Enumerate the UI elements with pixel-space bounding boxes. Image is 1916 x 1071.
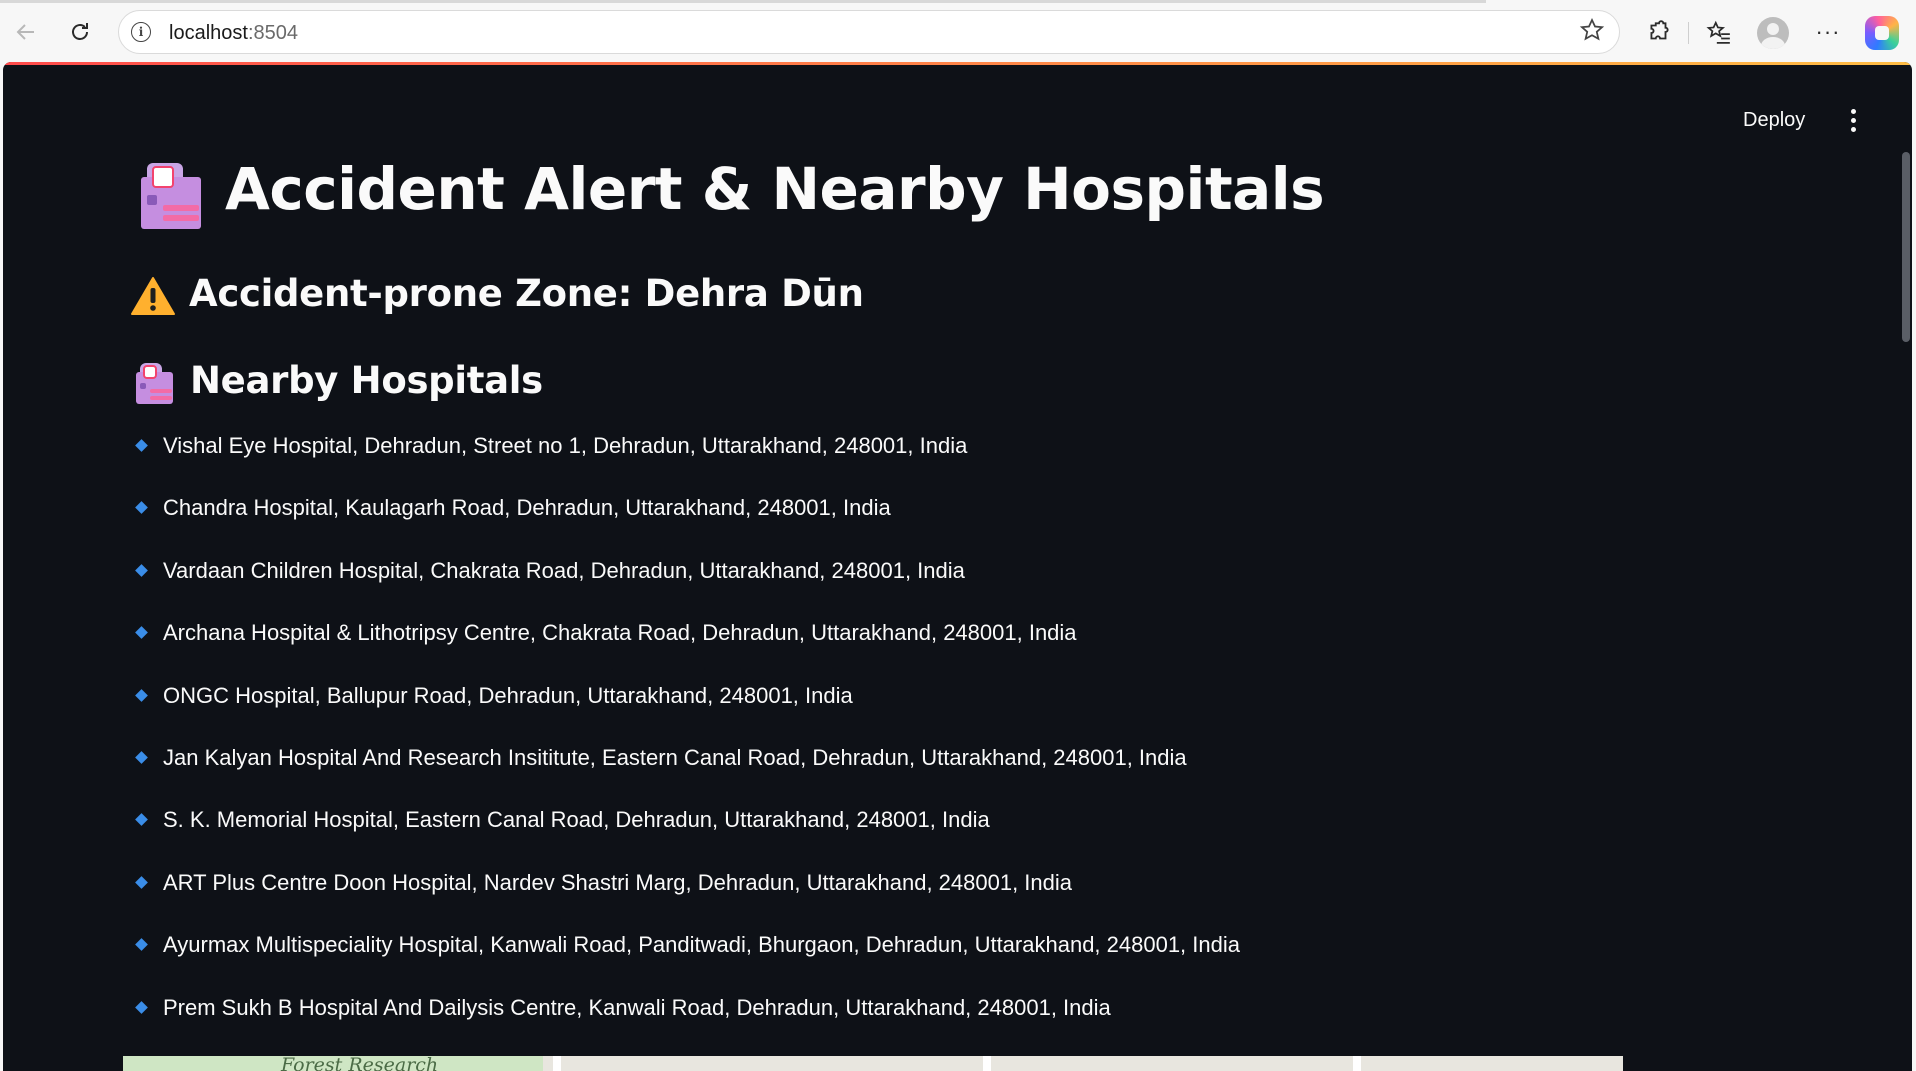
bullet-diamond-icon xyxy=(135,563,148,577)
more-icon[interactable]: ··· xyxy=(1810,14,1846,50)
map-road xyxy=(553,1056,561,1071)
main-menu-icon[interactable] xyxy=(1839,102,1867,138)
hospital-icon xyxy=(136,363,174,404)
hospital-icon xyxy=(141,163,203,229)
scrollbar-thumb[interactable] xyxy=(1902,152,1910,342)
bullet-diamond-icon xyxy=(135,626,148,640)
reload-icon[interactable] xyxy=(62,14,98,50)
zone-heading: Accident-prone Zone: Dehra Dūn xyxy=(189,272,864,315)
bullet-diamond-icon xyxy=(135,751,148,764)
map-road xyxy=(983,1056,991,1071)
page-load-progress xyxy=(0,0,1486,3)
profile-icon[interactable] xyxy=(1757,17,1789,49)
bullet-diamond-icon xyxy=(135,688,148,702)
address-bar[interactable]: i localhost:8504 xyxy=(118,10,1620,54)
deploy-button[interactable]: Deploy xyxy=(1733,102,1815,138)
site-info-icon[interactable]: i xyxy=(131,22,151,42)
bullet-diamond-icon xyxy=(135,813,148,827)
back-arrow-icon[interactable] xyxy=(8,14,44,50)
hospital-map[interactable]: Forest Research xyxy=(123,1056,1623,1071)
warning-icon xyxy=(130,276,176,316)
url-text[interactable]: localhost:8504 xyxy=(169,22,298,45)
map-road xyxy=(1353,1056,1361,1071)
favorites-icon[interactable] xyxy=(1701,14,1737,50)
header-accent-line xyxy=(3,62,1912,65)
star-icon[interactable] xyxy=(1579,17,1605,49)
bullet-diamond-icon xyxy=(135,875,148,889)
bullet-diamond-icon xyxy=(135,501,148,515)
app-viewport: Deploy Accident Alert & Nearby Hospitals… xyxy=(3,62,1912,1071)
hospitals-heading: Nearby Hospitals xyxy=(190,359,543,402)
map-label: Forest Research xyxy=(281,1056,439,1071)
bullet-diamond-icon xyxy=(135,1000,148,1014)
page-title: Accident Alert & Nearby Hospitals xyxy=(225,155,1325,223)
toolbar-divider xyxy=(1688,22,1689,44)
bullet-diamond-icon xyxy=(135,938,148,951)
browser-toolbar: i localhost:8504 ··· xyxy=(0,0,1916,62)
bullet-diamond-icon xyxy=(135,439,148,452)
copilot-icon[interactable] xyxy=(1865,16,1899,50)
puzzle-icon[interactable] xyxy=(1641,14,1677,50)
